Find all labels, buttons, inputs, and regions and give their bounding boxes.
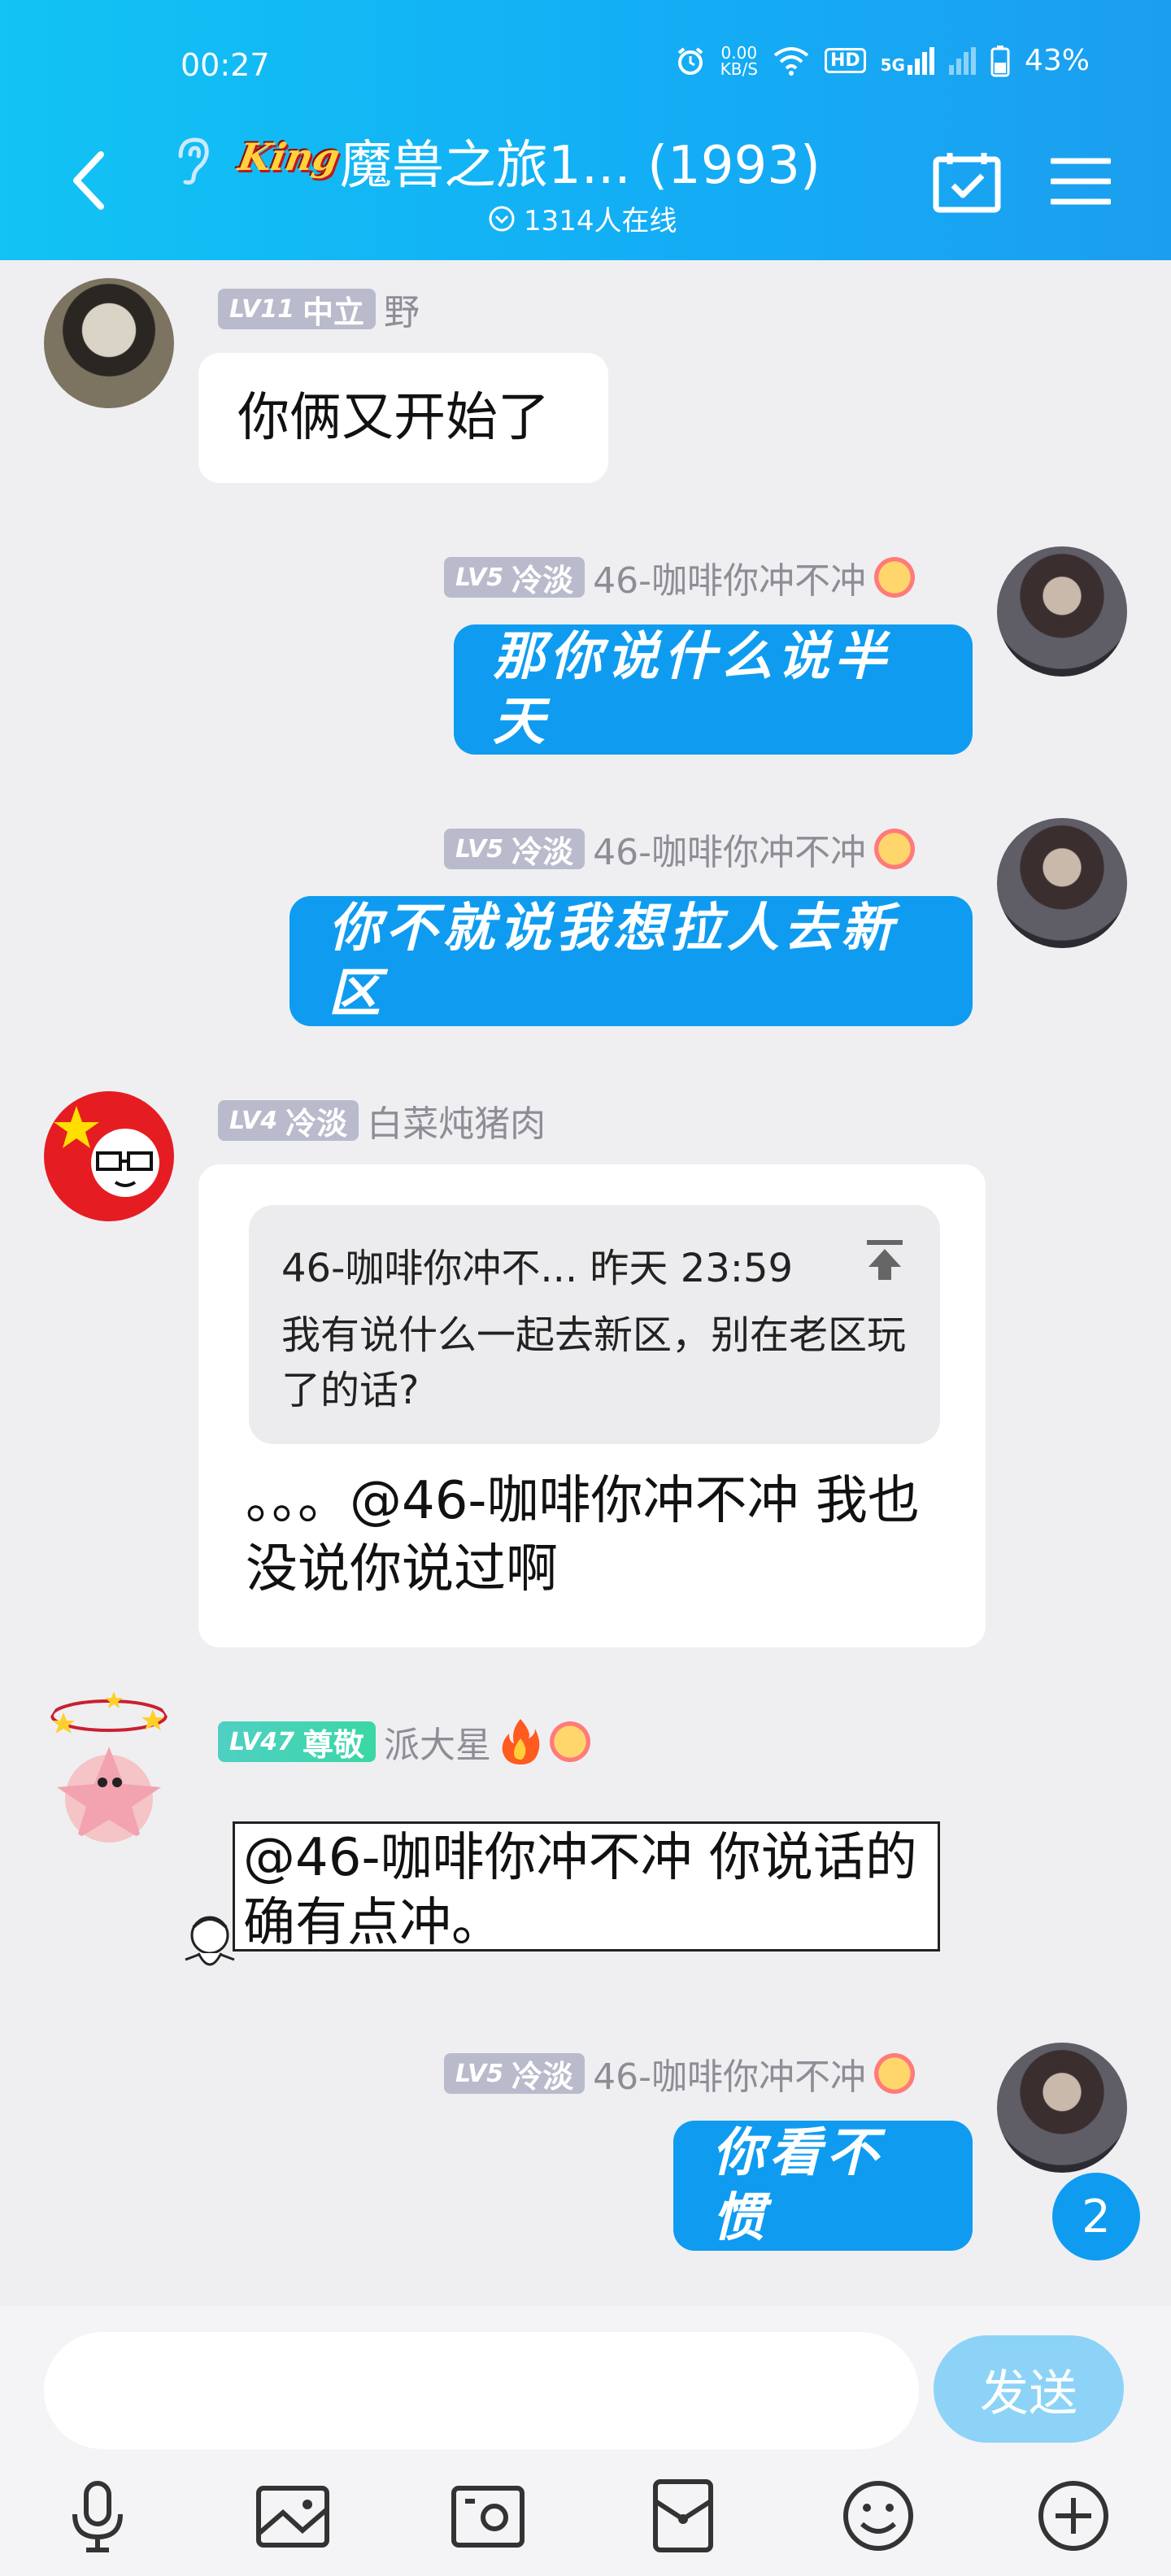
quote-header: 46-咖啡你冲不... 昨天 23:59	[281, 1246, 794, 1291]
emoji-badge-icon	[873, 2053, 915, 2094]
flag-star-icon	[54, 1106, 159, 1197]
level-text: LV5	[455, 834, 504, 864]
avatar[interactable]	[997, 2043, 1127, 2173]
sender-nickname[interactable]: 46-咖啡你冲不冲	[593, 551, 866, 603]
image-icon[interactable]	[254, 2477, 332, 2555]
level-text: LV5	[455, 2059, 504, 2088]
signal-5g: 5G	[880, 46, 934, 75]
emoji-badge-icon	[873, 829, 915, 869]
message-input[interactable]	[44, 2332, 919, 2449]
status-bar-icons: 0.00 KB/S HD 5G 43%	[675, 44, 1090, 77]
alarm-icon	[677, 46, 703, 75]
send-button[interactable]: 发送	[934, 2335, 1124, 2443]
message-bubble[interactable]: 你俩又开始了	[198, 353, 608, 483]
doodle-decoration-icon	[185, 1916, 235, 1966]
group-title[interactable]: 魔兽之旅1... (1993)	[340, 124, 821, 198]
sender-nickname[interactable]: 野	[384, 283, 420, 335]
message-bubble[interactable]: @46-咖啡你冲不冲 你说话的确有点冲。	[233, 1821, 940, 1953]
sender-nickname[interactable]: 白菜炖猪肉	[367, 1094, 546, 1147]
add-more-icon[interactable]	[1034, 2477, 1112, 2555]
speed-value: 0.00	[720, 42, 758, 63]
sender-nickname[interactable]: 派大星	[384, 1716, 491, 1768]
avatar[interactable]	[997, 818, 1127, 948]
level-title: 冷淡	[511, 562, 574, 598]
message-bubble[interactable]: 你看不惯	[673, 2121, 973, 2251]
quoted-message[interactable]: 46-咖啡你冲不... 昨天 23:59 我有说什么一起去新区，别在老区玩了的话…	[249, 1205, 940, 1444]
unread-count-badge[interactable]: 2	[1052, 2173, 1140, 2261]
online-status[interactable]: 1314人在线	[488, 198, 677, 238]
level-text: LV5	[455, 563, 504, 592]
wifi-icon	[773, 46, 809, 76]
level-badge: LV5 冷淡	[444, 829, 586, 870]
input-bar: 发送	[0, 2306, 1171, 2576]
avatar[interactable]	[39, 1680, 179, 1843]
hd-icon: HD	[824, 48, 866, 73]
signal-bars-icon	[907, 46, 934, 75]
emoji-badge-icon	[549, 1721, 590, 1762]
battery-level: 43%	[1024, 44, 1090, 77]
sender-meta: LV47 尊敬 派大星	[218, 1716, 590, 1768]
sender-meta: LV5 冷淡 46-咖啡你冲不冲	[444, 823, 915, 875]
jump-to-top-icon[interactable]	[862, 1238, 908, 1283]
level-text: LV4	[229, 1106, 278, 1135]
patrick-star-avatar-icon	[50, 1691, 168, 1843]
chat-header: 00:27 0.00 KB/S HD 5G 43% King 魔兽之旅1... …	[0, 0, 1171, 260]
sender-meta: LV5 冷淡 46-咖啡你冲不冲	[444, 2047, 915, 2100]
level-text: LV47	[229, 1727, 294, 1756]
avatar[interactable]	[44, 278, 174, 408]
fire-icon	[502, 1719, 540, 1764]
battery-icon	[990, 45, 1010, 76]
level-title: 中立	[302, 294, 364, 330]
level-title: 冷淡	[511, 833, 574, 870]
sender-meta: LV4 冷淡 白菜炖猪肉	[218, 1094, 546, 1147]
reply-message[interactable]: 46-咖啡你冲不... 昨天 23:59 我有说什么一起去新区，别在老区玩了的话…	[198, 1164, 986, 1647]
quote-text: 我有说什么一起去新区，别在老区玩了的话?	[281, 1312, 907, 1413]
sender-meta: LV5 冷淡 46-咖啡你冲不冲	[444, 551, 915, 603]
microphone-icon[interactable]	[59, 2477, 137, 2555]
network-type: 5G	[880, 54, 905, 75]
emoji-badge-icon	[873, 557, 915, 598]
camera-icon[interactable]	[449, 2477, 527, 2555]
status-time: 00:27	[181, 47, 270, 83]
level-title: 冷淡	[285, 1105, 348, 1142]
sender-meta: LV11 中立 野	[218, 283, 420, 335]
level-badge: LV5 冷淡	[444, 2053, 586, 2095]
level-badge: LV11 中立	[218, 289, 376, 330]
input-toolbar	[0, 2469, 1171, 2576]
group-logo: King	[235, 135, 343, 179]
network-speed: 0.00 KB/S	[720, 45, 758, 77]
avatar[interactable]	[44, 1091, 174, 1221]
sender-nickname[interactable]: 46-咖啡你冲不冲	[593, 2047, 866, 2100]
ear-icon[interactable]	[172, 135, 211, 187]
red-packet-icon[interactable]	[644, 2477, 722, 2555]
sender-nickname[interactable]: 46-咖啡你冲不冲	[593, 823, 866, 875]
emoji-icon[interactable]	[839, 2477, 917, 2555]
signal-bars-empty-icon	[948, 46, 976, 75]
level-badge: LV5 冷淡	[444, 557, 586, 598]
level-title: 尊敬	[302, 1726, 364, 1763]
level-badge: LV4 冷淡	[218, 1100, 359, 1142]
avatar[interactable]	[997, 546, 1127, 677]
calendar-check-icon[interactable]	[932, 151, 1002, 213]
back-button[interactable]	[65, 148, 114, 213]
level-title: 冷淡	[511, 2058, 574, 2095]
speed-unit: KB/S	[720, 59, 758, 79]
chevron-circle-icon	[489, 206, 515, 231]
message-bubble[interactable]: 那你说什么说半天	[454, 624, 973, 755]
menu-icon[interactable]	[1051, 156, 1111, 207]
message-text: 。。。@46-咖啡你冲不冲 我也没说你说过啊	[246, 1471, 920, 1599]
message-bubble[interactable]: 你不就说我想拉人去新区	[289, 896, 973, 1026]
level-badge: LV47 尊敬	[218, 1721, 376, 1763]
online-count: 1314人在线	[524, 205, 677, 237]
level-text: LV11	[229, 294, 294, 324]
